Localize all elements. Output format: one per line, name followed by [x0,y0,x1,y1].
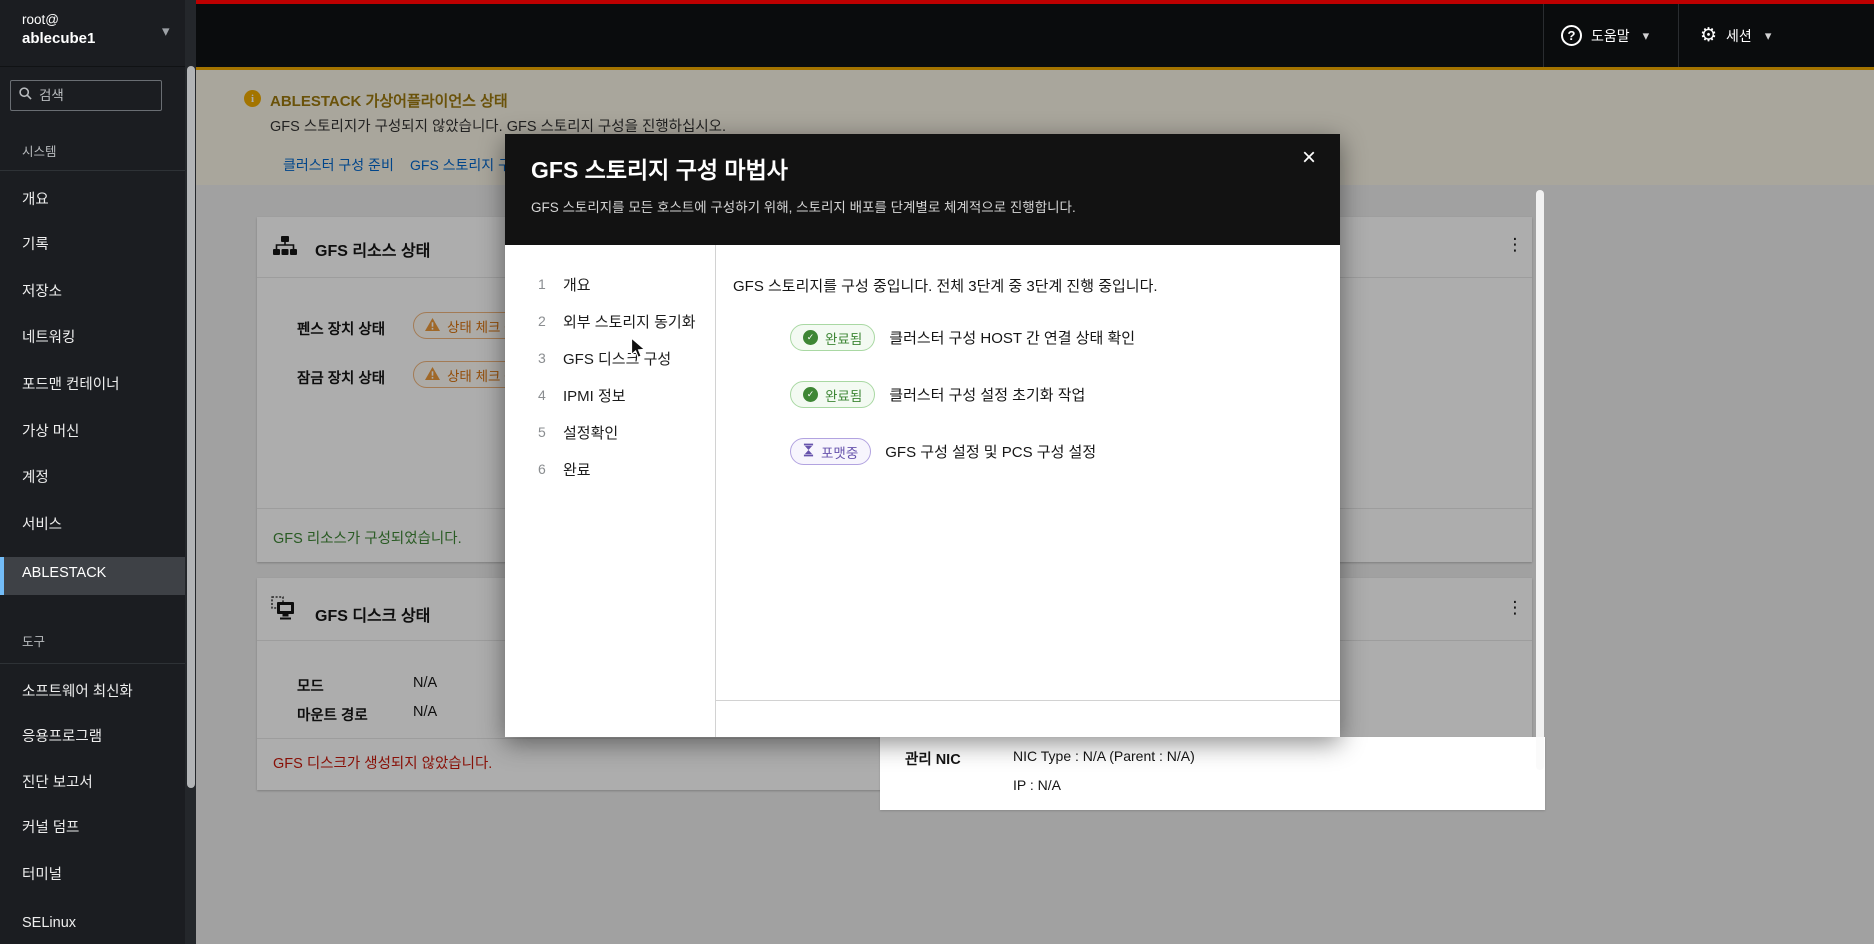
management-nic-panel: 관리 NIC NIC Type : N/A (Parent : N/A) IP … [880,737,1545,810]
check-circle-icon: ✓ [803,387,818,402]
help-menu[interactable]: ? 도움말 ▾ [1561,4,1649,67]
sidebar-item-kernel-dump[interactable]: 커널 덤프 [22,817,79,839]
sidebar-item-accounts[interactable]: 계정 [22,467,49,489]
nic-label: 관리 NIC [905,752,961,768]
divider [715,700,1340,701]
sidebar-section-system: 시스템 [22,145,57,159]
masthead: ? 도움말 ▾ ⚙ 세션 ▾ [196,0,1874,67]
chevron-down-icon: ▾ [162,23,170,40]
sidebar-item-diagnostic-reports[interactable]: 진단 보고서 [22,772,93,794]
sidebar-item-logs[interactable]: 기록 [22,234,49,256]
content-scrollbar[interactable] [1536,190,1544,770]
status-badge-running: 포맷중 [790,438,872,465]
wizard-step-external-storage-sync[interactable]: 2 외부 스토리지 동기화 [538,311,696,331]
sidebar-section-tools: 도구 [22,635,46,649]
search-icon [19,86,32,105]
wizard-step-confirm-settings[interactable]: 5 설정확인 [538,422,618,442]
divider [715,245,716,737]
sidebar-item-software-updates[interactable]: 소프트웨어 최신화 [22,681,133,703]
sidebar-item-storage[interactable]: 저장소 [22,281,62,303]
wizard-step-complete[interactable]: 6 완료 [538,459,591,479]
nic-type-value: NIC Type : N/A (Parent : N/A) [1013,748,1195,764]
dialog-header: GFS 스토리지 구성 마법사 GFS 스토리지를 모든 호스트에 구성하기 위… [505,134,1340,245]
gfs-wizard-dialog: GFS 스토리지 구성 마법사 GFS 스토리지를 모든 호스트에 구성하기 위… [505,134,1340,737]
wizard-step-gfs-disk-config[interactable]: 3 GFS 디스크 구성 [538,348,671,368]
account-menu[interactable]: root@ ablecube1 ▾ [0,0,185,67]
divider [1543,4,1544,67]
gear-icon: ⚙ [1700,25,1718,46]
wizard-task: ✓ 완료됨 클러스터 구성 HOST 간 연결 상태 확인 [790,324,1135,351]
divider [0,170,185,171]
wizard-progress-intro: GFS 스토리지를 구성 중입니다. 전체 3단계 중 3단계 진행 중입니다. [733,278,1158,295]
check-circle-icon: ✓ [803,330,818,345]
sidebar-item-networking[interactable]: 네트워킹 [22,327,75,349]
selected-indicator [0,557,4,595]
sidebar-item-podman-containers[interactable]: 포드맨 컨테이너 [22,374,119,396]
sidebar-item-applications[interactable]: 응용프로그램 [22,726,102,748]
chevron-down-icon: ▾ [1764,27,1772,43]
status-badge-done: ✓ 완료됨 [790,381,876,408]
divider [0,663,185,664]
status-badge-done: ✓ 완료됨 [790,324,876,351]
close-icon[interactable]: × [1302,146,1316,170]
sidebar-item-services[interactable]: 서비스 [22,514,62,536]
chevron-down-icon: ▾ [1642,27,1650,43]
account-host: ablecube1 [22,30,96,47]
wizard-task: 포맷중 GFS 구성 설정 및 PCS 구성 설정 [790,438,1096,465]
sidebar-item-virtual-machines[interactable]: 가상 머신 [22,421,79,443]
sidebar: root@ ablecube1 ▾ 시스템 개요 기록 저장소 네트워킹 포드맨… [0,0,185,944]
search-box[interactable] [10,80,162,111]
wizard-task: ✓ 완료됨 클러스터 구성 설정 초기화 작업 [790,381,1085,408]
account-user: root@ [22,12,59,27]
sidebar-item-selinux[interactable]: SELinux [22,912,76,934]
dialog-title: GFS 스토리지 구성 마법사 [531,157,788,183]
sidebar-item-overview[interactable]: 개요 [22,189,49,211]
sidebar-item-terminal[interactable]: 터미널 [22,864,62,886]
sidebar-scrollbar[interactable] [186,66,195,788]
sidebar-scrollbar-track [185,0,196,944]
divider [1678,4,1679,67]
session-menu[interactable]: ⚙ 세션 ▾ [1700,4,1771,67]
nic-ip-value: IP : N/A [1013,777,1061,793]
hourglass-icon [803,443,814,460]
wizard-step-ipmi-info[interactable]: 4 IPMI 정보 [538,385,626,405]
help-icon: ? [1561,25,1582,46]
search-input[interactable] [39,88,153,103]
wizard-step-overview[interactable]: 1 개요 [538,274,591,294]
dialog-subtitle: GFS 스토리지를 모든 호스트에 구성하기 위해, 스토리지 배포를 단계별로… [531,200,1076,215]
sidebar-item-ablestack[interactable]: ABLESTACK [0,557,185,595]
